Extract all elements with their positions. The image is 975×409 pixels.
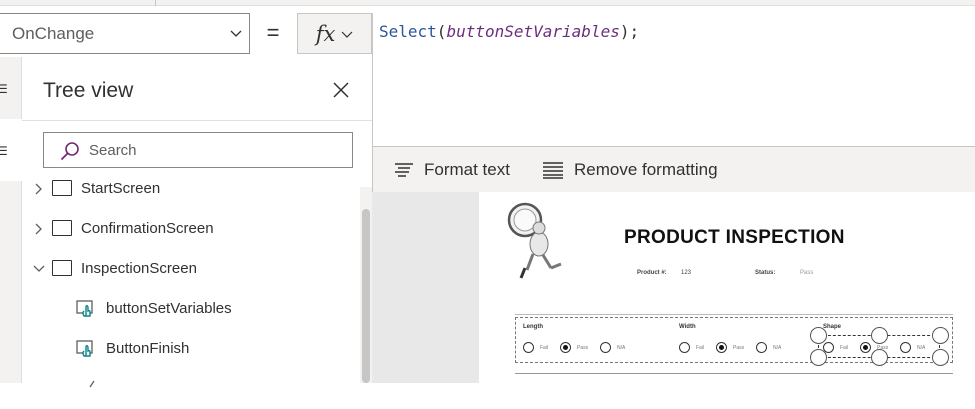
- button-icon: [76, 340, 93, 357]
- formula-text[interactable]: Select(buttonSetVariables);: [379, 22, 639, 41]
- tree-item-label: buttonSetVariables: [106, 300, 232, 317]
- resize-handle[interactable]: [810, 327, 827, 344]
- screen-icon: [52, 220, 72, 236]
- divider: [22, 120, 372, 121]
- product-label: Product #:: [637, 270, 667, 276]
- remove-formatting-icon: [542, 161, 563, 179]
- search-input[interactable]: [89, 140, 339, 160]
- chevron-right-icon[interactable]: [32, 222, 46, 236]
- chevron-down-icon: [230, 30, 242, 37]
- radio-label: N/A: [917, 345, 926, 351]
- resize-handle[interactable]: [932, 349, 949, 366]
- equals-sign: =: [266, 20, 280, 45]
- tree-item-label: InspectionScreen: [81, 260, 197, 277]
- inspector-illustration: [507, 202, 562, 279]
- format-text-button[interactable]: Format text: [394, 160, 510, 180]
- product-value: 123: [681, 270, 692, 276]
- top-divider: [155, 0, 156, 6]
- resize-handle[interactable]: [871, 349, 888, 366]
- remove-formatting-button[interactable]: Remove formatting: [542, 160, 718, 180]
- chevron-down-icon[interactable]: [32, 262, 46, 276]
- tree-item-buttonfinish[interactable]: ButtonFinish: [22, 329, 360, 369]
- remove-formatting-label: Remove formatting: [573, 159, 718, 179]
- tree-item-next[interactable]: [22, 369, 360, 409]
- radio-pass[interactable]: [560, 342, 571, 353]
- formula-close: );: [619, 22, 640, 41]
- format-text-label: Format text: [424, 159, 510, 179]
- tree-item-label: StartScreen: [81, 180, 161, 197]
- formula-open-paren: (: [436, 22, 447, 41]
- radio-na[interactable]: [900, 342, 911, 353]
- radio-label: N/A: [773, 345, 782, 351]
- tree-view-panel: Tree view StartScreen ConfirmationScreen…: [22, 57, 372, 388]
- resize-handle[interactable]: [810, 349, 827, 366]
- divider: [515, 373, 953, 374]
- menu-icon: ☰: [0, 82, 8, 96]
- tree-item-startscreen[interactable]: StartScreen: [22, 169, 360, 209]
- field-label: Width: [679, 324, 696, 330]
- search-box[interactable]: [43, 132, 353, 168]
- top-strip: [0, 0, 975, 6]
- tree-item-label: ButtonFinish: [106, 340, 190, 357]
- control-icon: [89, 380, 95, 388]
- resize-handle[interactable]: [871, 327, 888, 344]
- status-label: Status:: [755, 270, 776, 276]
- field-label: Length: [523, 324, 543, 330]
- radio-label: Fail: [540, 345, 549, 351]
- tree-item-buttonsetvariables[interactable]: buttonSetVariables: [22, 289, 360, 329]
- divider: [515, 314, 953, 315]
- formula-function: Select: [379, 22, 437, 41]
- tree-item-label: ConfirmationScreen: [81, 220, 214, 237]
- radio-label: Pass: [577, 345, 589, 351]
- property-value: OnChange: [12, 23, 95, 43]
- tree-icon: ☰: [0, 144, 8, 158]
- tree-item-confirmationscreen[interactable]: ConfirmationScreen: [22, 209, 360, 249]
- formula-argument: buttonSetVariables: [446, 22, 620, 41]
- rail-item-menu[interactable]: ☰: [0, 57, 22, 119]
- rail-item-tree[interactable]: ☰: [0, 119, 22, 181]
- radio-fail[interactable]: [523, 342, 534, 353]
- button-icon: [76, 300, 93, 317]
- left-rail: ☰ ☰: [0, 57, 22, 383]
- radio-label: Pass: [733, 345, 745, 351]
- radio-pass[interactable]: [716, 342, 727, 353]
- formula-editor[interactable]: Select(buttonSetVariables);: [372, 13, 975, 147]
- radio-fail[interactable]: [679, 342, 690, 353]
- chevron-right-icon[interactable]: [32, 182, 46, 196]
- fx-button[interactable]: fx: [297, 13, 372, 54]
- property-dropdown[interactable]: OnChange: [0, 13, 250, 54]
- chevron-down-icon: [341, 31, 353, 38]
- tree-view-title: Tree view: [43, 79, 134, 102]
- screen-preview[interactable]: PRODUCT INSPECTION Product #: 123 Status…: [479, 192, 975, 383]
- field-label: Shape: [823, 324, 842, 330]
- radio-label: Fail: [696, 345, 705, 351]
- screen-icon: [52, 180, 72, 196]
- search-icon: [60, 142, 79, 161]
- scrollbar-thumb[interactable]: [362, 209, 370, 383]
- screen-icon: [52, 260, 72, 276]
- status-value: Pass: [800, 270, 814, 276]
- radio-label: Fail: [840, 345, 849, 351]
- resize-handle[interactable]: [932, 327, 949, 344]
- tree-item-inspectionscreen[interactable]: InspectionScreen: [22, 249, 360, 289]
- radio-pass[interactable]: [860, 342, 871, 353]
- radio-na[interactable]: [600, 342, 611, 353]
- radio-label: N/A: [617, 345, 626, 351]
- close-icon[interactable]: [332, 81, 350, 99]
- format-text-icon: [395, 162, 413, 177]
- format-toolbar: Format text Remove formatting: [372, 147, 975, 192]
- radio-na[interactable]: [756, 342, 767, 353]
- app-title: PRODUCT INSPECTION: [624, 227, 845, 248]
- fx-icon: fx: [315, 21, 336, 46]
